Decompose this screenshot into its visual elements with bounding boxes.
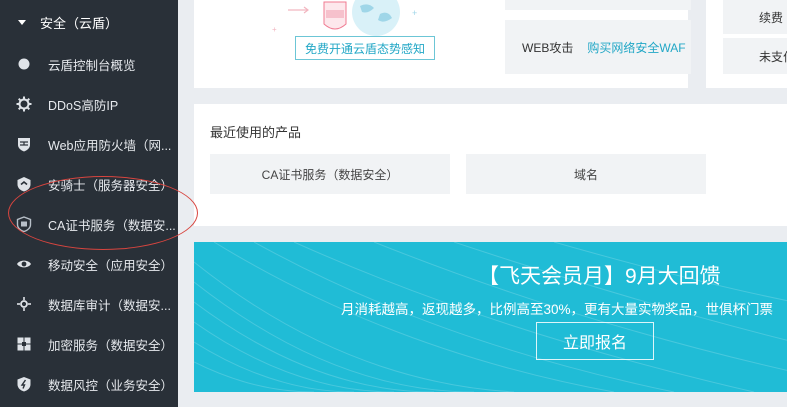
- sidebar-item-ddos[interactable]: DDoS高防IP: [0, 84, 178, 124]
- database-audit-icon: [16, 296, 32, 312]
- situation-awareness-illustration: + +: [272, 0, 417, 36]
- promo-banner[interactable]: 【飞天会员月】9月大回馈 月消耗越高，返现越多，比例高至30%，更有大量实物奖品…: [194, 242, 787, 392]
- gear-icon: [16, 96, 32, 112]
- web-attack-label: WEB攻击: [522, 40, 574, 55]
- sidebar-item-ca-certificate[interactable]: CA证书服务（数据安...: [0, 204, 178, 244]
- banner-subtitle: 月消耗越高，返现越多，比例高至30%，更有大量实物奖品，世俱杯门票: [341, 302, 774, 317]
- banner-title: 【飞天会员月】9月大回馈: [478, 265, 721, 288]
- sidebar-item-overview[interactable]: 云盾控制台概览: [0, 44, 178, 84]
- recent-products-card: 最近使用的产品 CA证书服务（数据安全） 域名: [194, 104, 787, 226]
- unpaid-box[interactable]: 未支付: [723, 38, 787, 74]
- sidebar-item-label: DDoS高防IP: [48, 98, 119, 113]
- unpaid-label: 未支付: [759, 49, 787, 64]
- risk-control-icon: [16, 376, 32, 392]
- sidebar-item-label: 加密服务（数据安全）: [48, 338, 174, 353]
- sidebar-item-label: 数据库审计（数据安...: [48, 298, 171, 313]
- free-situation-awareness-link[interactable]: 免费开通云盾态势感知: [295, 36, 435, 60]
- web-attack-box: WEB攻击 购买网络安全WAF: [505, 20, 691, 74]
- dot-icon: [16, 56, 32, 72]
- sidebar-header[interactable]: 安全（云盾）: [0, 0, 178, 44]
- svg-text:+: +: [272, 25, 277, 34]
- recent-product-domain[interactable]: 域名: [466, 154, 706, 194]
- sidebar: 安全（云盾） 云盾控制台概览 DDoS高防IP Web应用防火墙（网... 安骑…: [0, 0, 178, 407]
- eye-icon: [16, 256, 32, 272]
- sidebar-item-label: 数据风控（业务安全）: [48, 378, 174, 393]
- main-content: + + 免费开通云盾态势感知 WEB攻击 购买网络安全WAF 续费 未支付 最近…: [178, 0, 787, 407]
- sidebar-item-mobile-security[interactable]: 移动安全（应用安全）: [0, 244, 178, 284]
- buy-waf-link[interactable]: 购买网络安全WAF: [587, 39, 685, 56]
- sidebar-item-label: Web应用防火墙（网...: [48, 138, 172, 153]
- sidebar-item-waf[interactable]: Web应用防火墙（网...: [0, 124, 178, 164]
- sidebar-item-label: 安骑士（服务器安全）: [48, 178, 174, 193]
- sidebar-item-database-audit[interactable]: 数据库审计（数据安...: [0, 284, 178, 324]
- sidebar-item-risk-control[interactable]: 数据风控（业务安全）: [0, 364, 178, 404]
- stat-box: [505, 0, 691, 10]
- security-overview-card: + + 免费开通云盾态势感知 WEB攻击 购买网络安全WAF: [194, 0, 691, 88]
- recent-products-title: 最近使用的产品: [210, 125, 302, 140]
- sidebar-item-label: CA证书服务（数据安...: [48, 218, 176, 233]
- shield-icon: [16, 176, 32, 192]
- sidebar-item-label: 云盾控制台概览: [48, 58, 136, 73]
- register-now-button[interactable]: 立即报名: [536, 322, 654, 360]
- recent-product-ca-certificate[interactable]: CA证书服务（数据安全）: [210, 154, 450, 194]
- sidebar-item-label: 移动安全（应用安全）: [48, 258, 174, 273]
- certificate-icon: [16, 216, 32, 232]
- firewall-icon: [16, 136, 32, 152]
- sidebar-item-encryption[interactable]: 加密服务（数据安全）: [0, 324, 178, 364]
- sidebar-item-aegis[interactable]: 安骑士（服务器安全）: [0, 164, 178, 204]
- sidebar-header-label: 安全（云盾）: [40, 15, 119, 31]
- puzzle-icon: [16, 336, 32, 352]
- renewal-label: 续费: [759, 10, 784, 25]
- renewal-box[interactable]: 续费: [723, 0, 787, 34]
- svg-text:+: +: [412, 8, 417, 18]
- caret-down-icon: [18, 19, 26, 25]
